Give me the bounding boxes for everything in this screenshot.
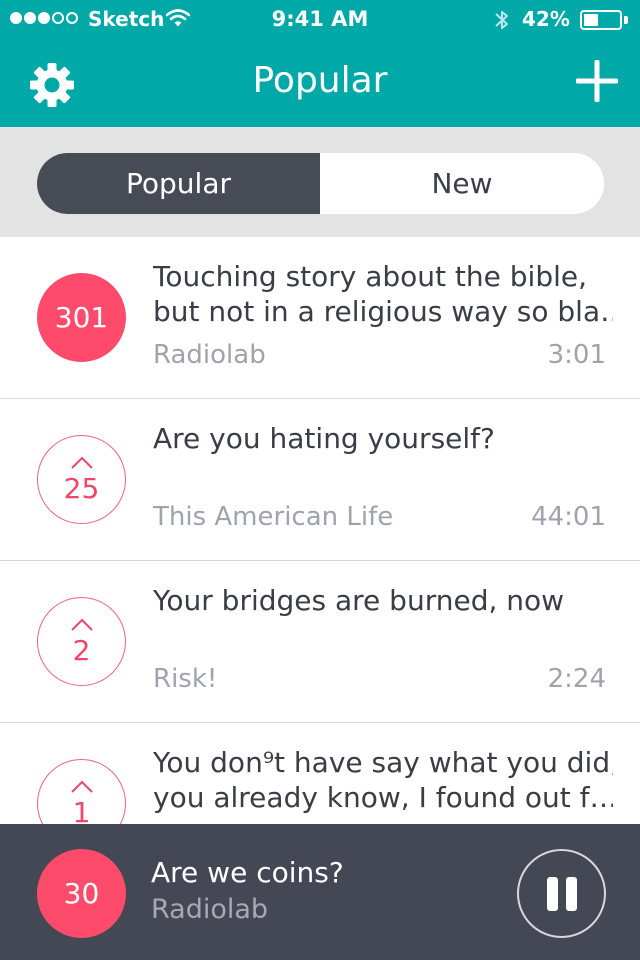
list-item[interactable]: 25 Are you hating yourself? This America… <box>0 399 640 561</box>
now-playing-title: Are we coins? <box>151 856 344 889</box>
now-playing-source: Radiolab <box>151 894 269 925</box>
app-screen: Sketch 9:41 AM 42% Popular Popular New 3… <box>0 0 640 960</box>
now-playing-bar[interactable]: 30 Are we coins? Radiolab <box>0 824 640 960</box>
episode-source: This American Life <box>153 502 394 532</box>
battery-level <box>584 14 598 26</box>
navigation-bar: Popular <box>0 40 640 127</box>
bluetooth-icon <box>495 11 508 29</box>
status-bar: Sketch 9:41 AM 42% <box>0 0 640 40</box>
episode-title: Are you hating yourself? <box>153 422 495 455</box>
battery-icon <box>580 10 622 30</box>
pause-icon <box>546 876 558 911</box>
filter-bar: Popular New <box>0 127 640 237</box>
episode-title: Your bridges are burned, now <box>153 584 565 617</box>
tab-popular[interactable]: Popular <box>37 153 320 214</box>
episode-list: 301 Touching story about the bible, but … <box>0 237 640 885</box>
episode-title: Touching story about the bible, but not … <box>153 260 613 328</box>
vote-count: 301 <box>54 300 109 334</box>
segmented-control: Popular New <box>37 153 604 214</box>
upvote-button[interactable]: 25 <box>37 435 126 524</box>
vote-count: 25 <box>63 471 100 505</box>
episode-source: Risk! <box>153 664 218 694</box>
episode-duration: 44:01 <box>531 502 606 532</box>
episode-title: You don⁹t have say what you did, you alr… <box>153 746 613 814</box>
plus-icon[interactable] <box>575 59 619 103</box>
episode-duration: 3:01 <box>547 340 606 370</box>
episode-duration: 2:24 <box>547 664 606 694</box>
page-title: Popular <box>252 60 388 101</box>
vote-button[interactable]: 301 <box>37 273 126 362</box>
upvote-button[interactable]: 2 <box>37 597 126 686</box>
now-playing-count: 30 <box>63 877 100 910</box>
tab-new[interactable]: New <box>320 153 604 214</box>
vote-count: 1 <box>72 795 91 829</box>
vote-count: 2 <box>72 633 91 667</box>
top-bar: Sketch 9:41 AM 42% Popular <box>0 0 640 127</box>
battery-percent: 42% <box>522 7 570 31</box>
list-item[interactable]: 2 Your bridges are burned, now Risk! 2:2… <box>0 561 640 723</box>
episode-source: Radiolab <box>153 340 266 370</box>
chevron-up-icon <box>70 618 93 631</box>
pause-button[interactable] <box>517 849 606 938</box>
chevron-up-icon <box>70 456 93 469</box>
list-item[interactable]: 301 Touching story about the bible, but … <box>0 237 640 399</box>
now-playing-vote-badge: 30 <box>37 849 126 938</box>
chevron-up-icon <box>70 780 93 793</box>
